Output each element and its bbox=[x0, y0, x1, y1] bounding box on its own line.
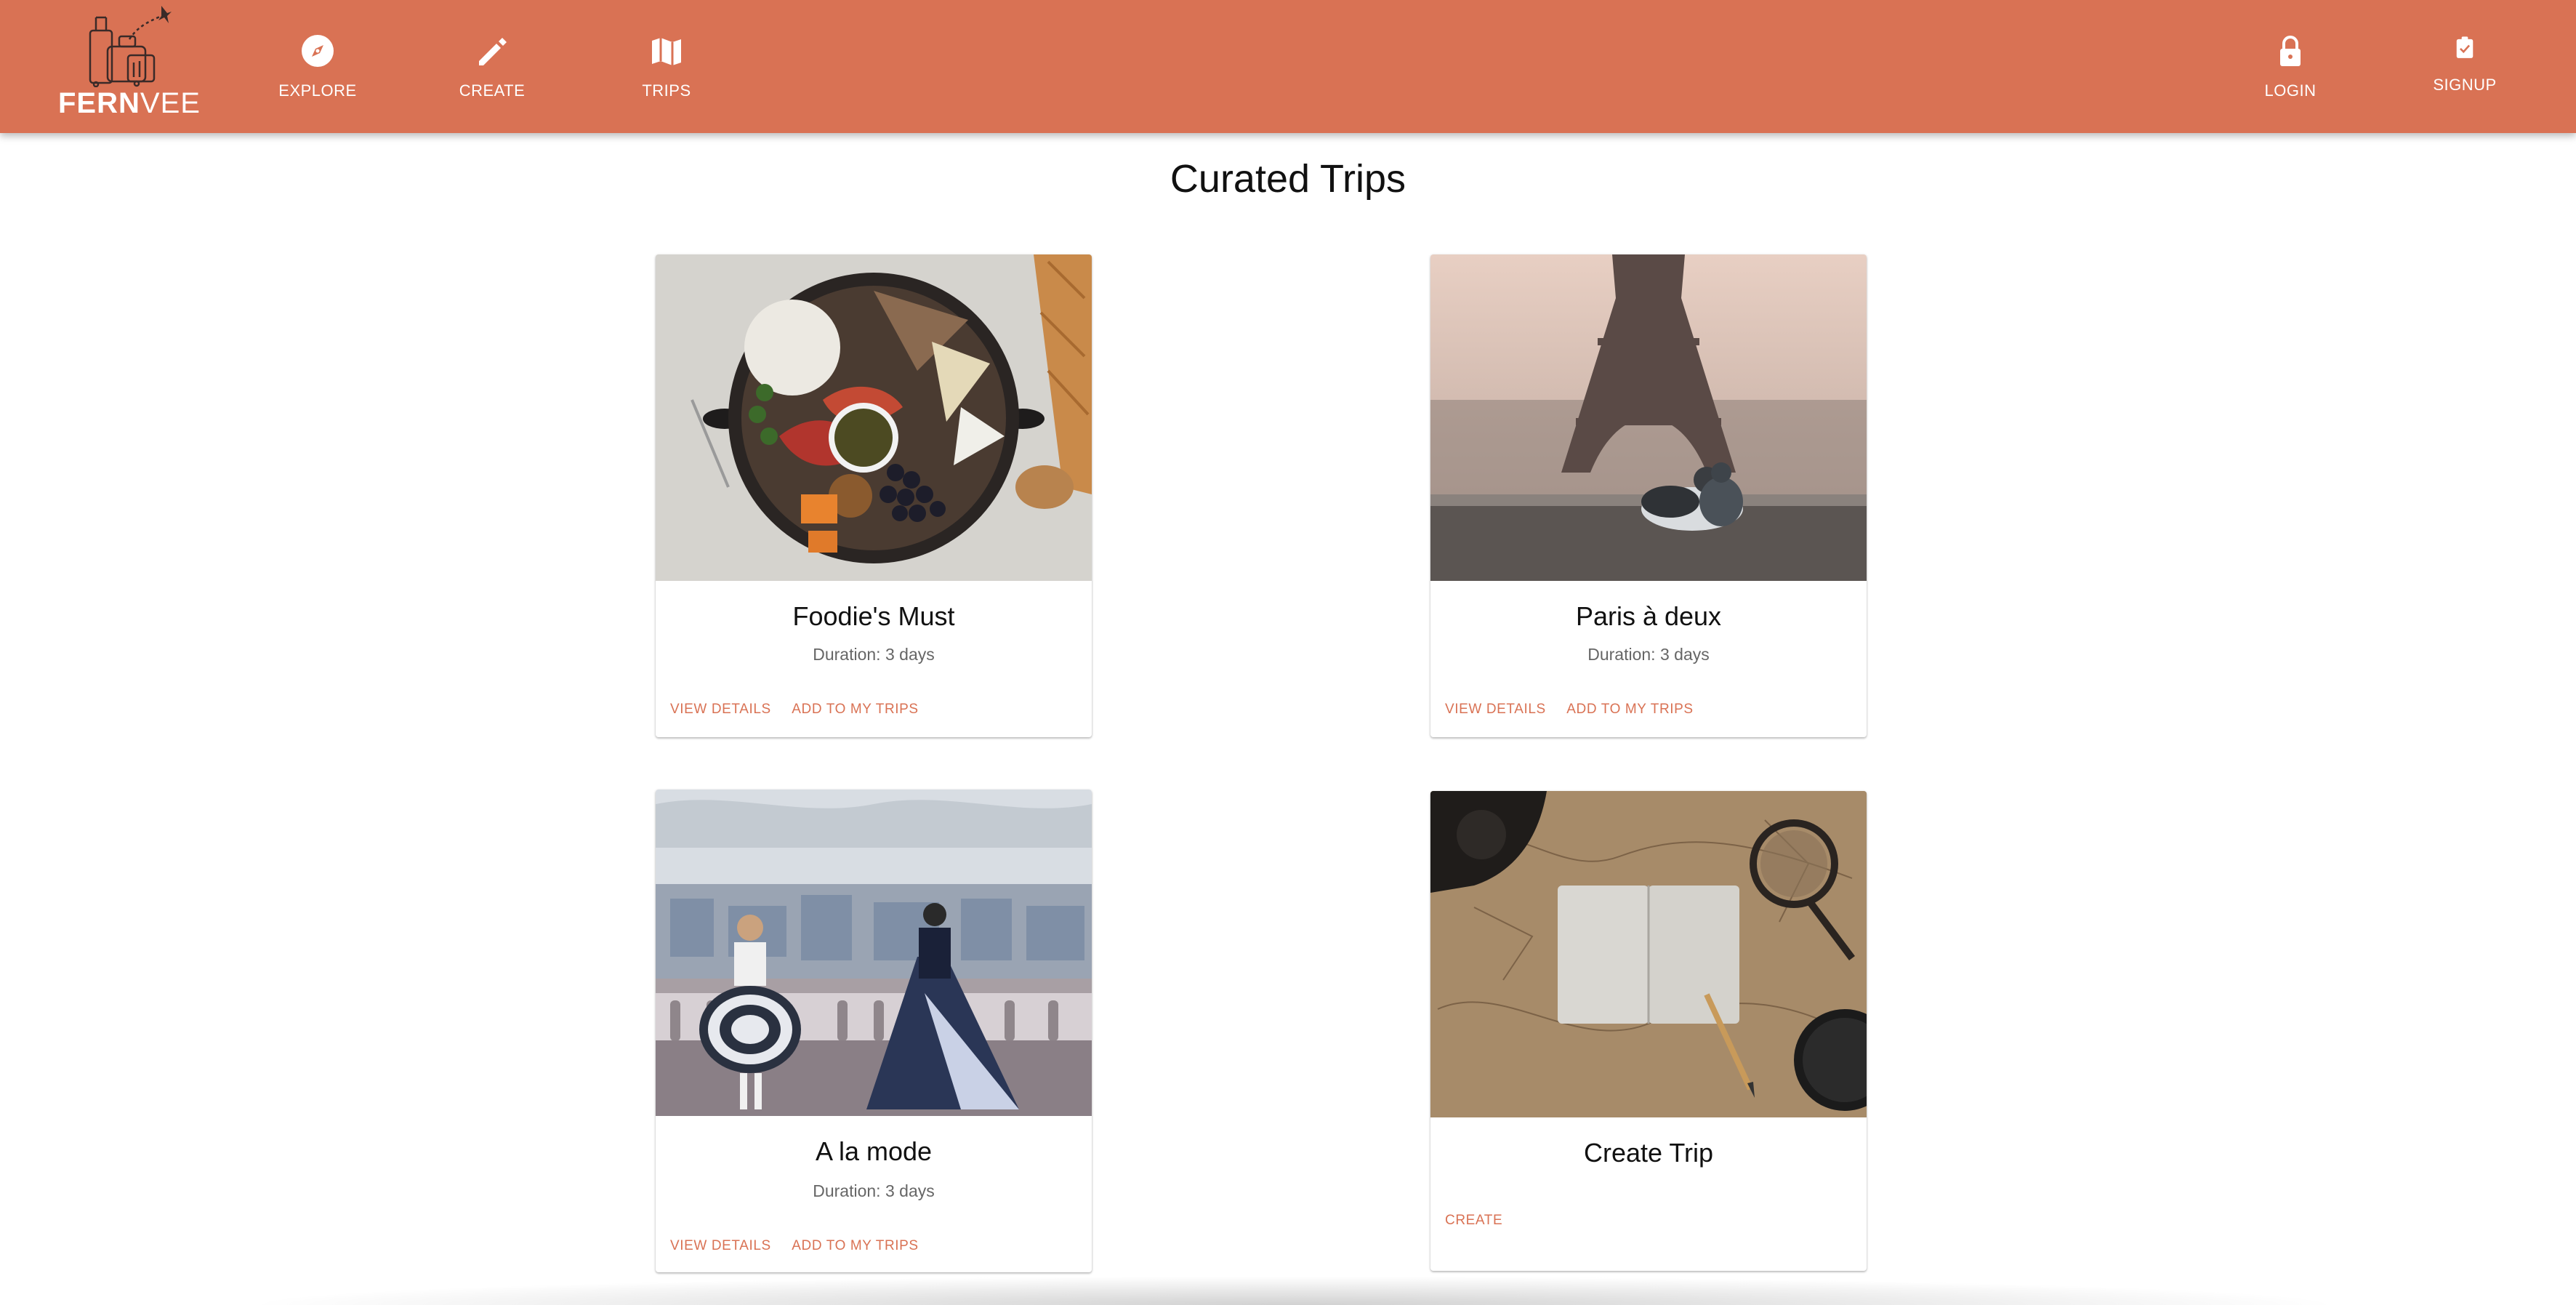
nav-login[interactable]: LOGIN bbox=[2218, 29, 2363, 102]
pencil-icon bbox=[479, 38, 507, 65]
card-title: Paris à deux bbox=[1575, 601, 1722, 631]
top-navigation-bar: FERNVEE EXPLORE CREATE TRIPS LOGIN SIGNU… bbox=[0, 0, 2576, 133]
view-details-button[interactable]: VIEW DETAILS bbox=[670, 1238, 771, 1253]
compass-icon bbox=[302, 35, 334, 67]
card-actions: VIEW DETAILS ADD TO MY TRIPS bbox=[670, 1238, 936, 1254]
brand-name-light: VEE bbox=[140, 87, 201, 119]
add-to-my-trips-button[interactable]: ADD TO MY TRIPS bbox=[792, 1238, 918, 1253]
card-actions: VIEW DETAILS ADD TO MY TRIPS bbox=[670, 702, 936, 718]
bottom-fade bbox=[240, 1276, 2348, 1305]
nav-explore[interactable]: EXPLORE bbox=[245, 29, 390, 102]
trip-card-a-la-mode: A la mode Duration: 3 days VIEW DETAILS … bbox=[656, 790, 1092, 1272]
luggage-plane-icon bbox=[89, 6, 172, 87]
paris-fashion-models-image bbox=[656, 790, 1092, 1116]
brand-name: FERNVEE bbox=[58, 87, 200, 120]
nav-login-label: LOGIN bbox=[2264, 81, 2317, 100]
charcuterie-board-image bbox=[656, 254, 1092, 581]
nav-trips[interactable]: TRIPS bbox=[594, 29, 739, 102]
clipboard-check-icon bbox=[2456, 36, 2474, 58]
brand-name-bold: FERN bbox=[58, 87, 140, 119]
card-duration: Duration: 3 days bbox=[813, 1181, 935, 1200]
nav-explore-label: EXPLORE bbox=[278, 81, 357, 100]
nav-signup[interactable]: SIGNUP bbox=[2392, 29, 2537, 102]
view-details-button[interactable]: VIEW DETAILS bbox=[1445, 702, 1546, 717]
nav-trips-label: TRIPS bbox=[642, 81, 691, 100]
trip-card-foodies-must: Foodie's Must Duration: 3 days VIEW DETA… bbox=[656, 254, 1092, 737]
card-title: Foodie's Must bbox=[792, 601, 955, 631]
eiffel-tower-pigeons-image bbox=[1430, 254, 1867, 581]
create-trip-button[interactable]: CREATE bbox=[1445, 1213, 1502, 1228]
nav-signup-label: SIGNUP bbox=[2433, 76, 2497, 94]
page-title: Curated Trips bbox=[1170, 157, 1406, 201]
card-actions: CREATE bbox=[1445, 1213, 1520, 1229]
view-details-button[interactable]: VIEW DETAILS bbox=[670, 702, 771, 717]
nav-create[interactable]: CREATE bbox=[419, 29, 565, 102]
map-notebook-image bbox=[1430, 791, 1867, 1117]
card-duration: Duration: 3 days bbox=[813, 645, 935, 664]
card-title: Create Trip bbox=[1583, 1138, 1714, 1168]
add-to-my-trips-button[interactable]: ADD TO MY TRIPS bbox=[1566, 702, 1693, 717]
fernvee-logo[interactable]: FERNVEE bbox=[58, 1, 200, 120]
card-actions: VIEW DETAILS ADD TO MY TRIPS bbox=[1445, 702, 1711, 718]
add-to-my-trips-button[interactable]: ADD TO MY TRIPS bbox=[792, 702, 918, 717]
card-title: A la mode bbox=[815, 1136, 933, 1166]
map-icon bbox=[652, 38, 681, 65]
card-duration: Duration: 3 days bbox=[1587, 645, 1710, 664]
create-trip-card: Create Trip CREATE bbox=[1430, 791, 1867, 1271]
trip-card-paris-a-deux: Paris à deux Duration: 3 days VIEW DETAI… bbox=[1430, 254, 1867, 737]
nav-create-label: CREATE bbox=[459, 81, 526, 100]
lock-icon bbox=[2280, 36, 2301, 66]
